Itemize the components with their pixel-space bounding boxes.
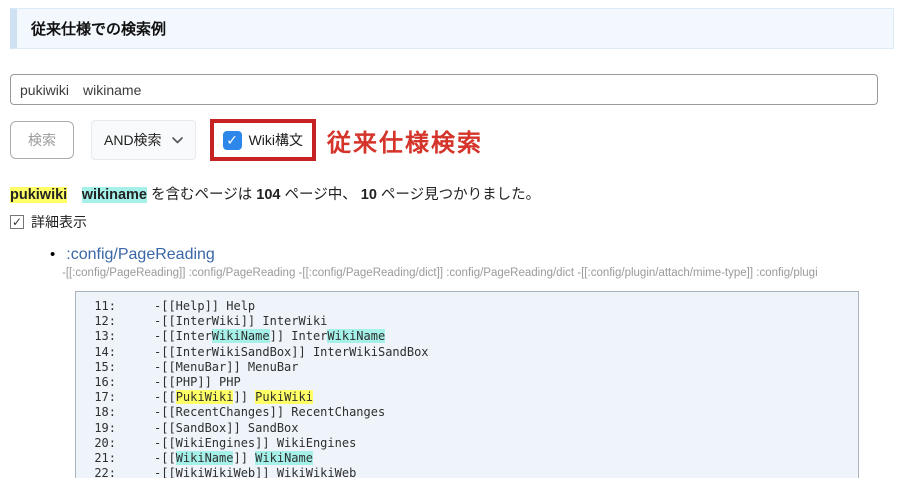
line-number: 20: <box>76 436 116 451</box>
code-line: 15: -[[MenuBar]] MenuBar <box>76 360 858 375</box>
detail-view-row: ✓ 詳細表示 <box>10 212 894 232</box>
line-content: -[[RecentChanges]] RecentChanges <box>154 405 385 419</box>
line-content: -[[PukiWiki]] PukiWiki <box>154 390 313 404</box>
code-line: 13: -[[InterWikiName]] InterWikiName <box>76 329 858 344</box>
line-content: -[[WikiWikiWeb]] WikiWikiWeb <box>154 466 356 478</box>
page: 従来仕様での検索例 検索 AND検索 ✓ Wiki構文 従来仕様検索 pukiw… <box>0 0 910 478</box>
summary-segment <box>67 187 82 203</box>
line-number: 19: <box>76 421 116 436</box>
line-content: -[[InterWikiSandBox]] InterWikiSandBox <box>154 345 429 359</box>
line-content: -[[InterWiki]] InterWiki <box>154 314 327 328</box>
page-title: 従来仕様での検索例 <box>10 8 894 49</box>
summary-segment: ページ中、 <box>280 187 360 203</box>
code-line: 18: -[[RecentChanges]] RecentChanges <box>76 405 858 420</box>
code-block-lines: 11: -[[Help]] Help 12: -[[InterWiki]] Inter… <box>76 299 858 478</box>
line-number: 21: <box>76 451 116 466</box>
result-list: • :config/PageReading -[[:config/PageRea… <box>10 246 894 279</box>
line-content: -[[WikiEngines]] WikiEngines <box>154 436 356 450</box>
detail-view-checkbox-label[interactable]: 詳細表示 <box>31 212 87 232</box>
line-number: 18: <box>76 405 116 420</box>
code-line: 16: -[[PHP]] PHP <box>76 375 858 390</box>
line-number: 12: <box>76 314 116 329</box>
result-page-link[interactable]: :config/PageReading <box>66 246 215 264</box>
line-number: 15: <box>76 360 116 375</box>
line-content: -[[SandBox]] SandBox <box>154 421 299 435</box>
line-number: 13: <box>76 329 116 344</box>
line-content: -[[PHP]] PHP <box>154 375 241 389</box>
search-mode-selected-label: AND検索 <box>104 130 162 150</box>
line-content: -[[Help]] Help <box>154 299 255 313</box>
chevron-down-icon <box>172 137 183 144</box>
search-summary: pukiwiki wikiname を含むページは 104 ページ中、 10 ペ… <box>10 183 894 204</box>
line-content: -[[InterWikiName]] InterWikiName <box>154 329 385 343</box>
line-content: -[[MenuBar]] MenuBar <box>154 360 299 374</box>
summary-segment: ページ見つかりました。 <box>377 187 540 203</box>
code-line: 19: -[[SandBox]] SandBox <box>76 421 858 436</box>
line-number: 17: <box>76 390 116 405</box>
line-number: 14: <box>76 345 116 360</box>
summary-segment: pukiwiki <box>10 187 67 203</box>
list-item: • :config/PageReading <box>50 246 894 264</box>
line-number: 16: <box>76 375 116 390</box>
wiki-syntax-annotation-box: ✓ Wiki構文 <box>210 119 316 161</box>
line-content: -[[WikiName]] WikiName <box>154 451 313 465</box>
summary-segment: 104 <box>256 187 280 203</box>
code-line: 14: -[[InterWikiSandBox]] InterWikiSandBo… <box>76 345 858 360</box>
code-line: 17: -[[PukiWiki]] PukiWiki <box>76 390 858 405</box>
summary-segment: を含むページは <box>147 187 256 203</box>
line-number: 22: <box>76 466 116 478</box>
code-line: 21: -[[WikiName]] WikiName <box>76 451 858 466</box>
line-number: 11: <box>76 299 116 314</box>
code-line: 20: -[[WikiEngines]] WikiEngines <box>76 436 858 451</box>
wiki-syntax-checkbox[interactable]: ✓ <box>223 131 242 150</box>
code-line: 22: -[[WikiWikiWeb]] WikiWikiWeb <box>76 466 858 478</box>
summary-segment: wikiname <box>82 187 147 203</box>
result-excerpt: -[[:config/PageReading]] :config/PageRea… <box>50 267 890 279</box>
search-button[interactable]: 検索 <box>10 121 74 159</box>
code-line: 11: -[[Help]] Help <box>76 299 858 314</box>
search-mode-select[interactable]: AND検索 <box>91 120 196 160</box>
summary-segment: 10 <box>361 187 377 203</box>
wiki-syntax-checkbox-label[interactable]: Wiki構文 <box>249 130 303 150</box>
code-line: 12: -[[InterWiki]] InterWiki <box>76 314 858 329</box>
code-block: 11: -[[Help]] Help 12: -[[InterWiki]] Inter… <box>75 291 859 478</box>
search-controls: 検索 AND検索 ✓ Wiki構文 従来仕様検索 <box>10 116 894 164</box>
detail-view-checkbox[interactable]: ✓ <box>10 215 24 229</box>
annotation-text: 従来仕様検索 <box>327 123 483 158</box>
bullet-icon: • <box>50 246 55 263</box>
search-input[interactable] <box>10 74 878 105</box>
